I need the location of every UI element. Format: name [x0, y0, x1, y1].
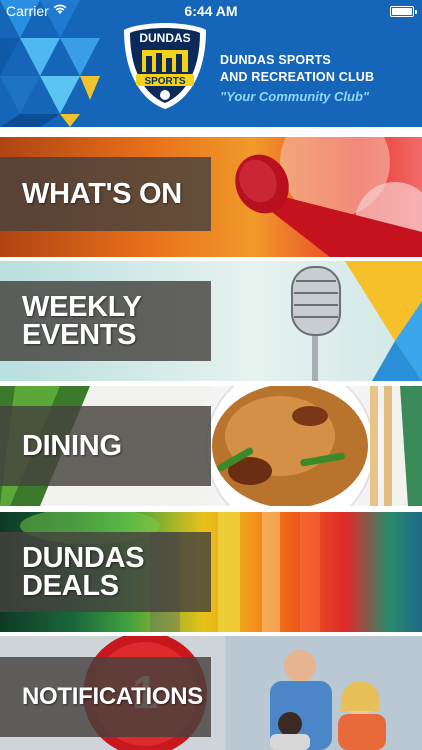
- logo-bottom-text: SPORTS: [144, 76, 185, 87]
- battery-icon: [390, 6, 417, 17]
- menu-tile-whats-on[interactable]: WHAT'S ON: [0, 137, 422, 257]
- club-name-line1: DUNDAS SPORTS: [220, 53, 331, 67]
- menu-label-notifications: NOTIFICATIONS: [22, 683, 203, 710]
- menu-tile-label-box: NOTIFICATIONS: [0, 657, 211, 737]
- menu-tile-dining[interactable]: DINING: [0, 386, 422, 506]
- menu-tile-weekly-events[interactable]: WEEKLY EVENTS: [0, 261, 422, 381]
- menu-tile-label-box: WHAT'S ON: [0, 157, 211, 231]
- status-time: 6:44 AM: [184, 3, 238, 19]
- logo-top-text: DUNDAS: [139, 31, 190, 45]
- menu-label-dundas-deals: DUNDAS DEALS: [22, 542, 145, 602]
- menu-tile-label-box: WEEKLY EVENTS: [0, 281, 211, 361]
- club-name: DUNDAS SPORTS AND RECREATION CLUB: [220, 52, 374, 86]
- app-header: Carrier 6:44 AM DUNDAS SPORTS DUNDAS SPO…: [0, 0, 422, 127]
- menu-tile-notifications[interactable]: 1 NOTIFICATIONS: [0, 636, 422, 750]
- club-tagline: "Your Community Club": [220, 89, 370, 104]
- club-name-line2: AND RECREATION CLUB: [220, 70, 375, 84]
- menu-label-whats-on: WHAT'S ON: [22, 178, 182, 210]
- club-logo: DUNDAS SPORTS: [124, 23, 206, 109]
- status-bar: Carrier 6:44 AM: [0, 0, 422, 22]
- menu-tile-dundas-deals[interactable]: DUNDAS DEALS: [0, 512, 422, 632]
- menu-tile-label-box: DUNDAS DEALS: [0, 532, 211, 612]
- menu-label-dining: DINING: [22, 430, 122, 462]
- menu-tile-label-box: DINING: [0, 406, 211, 486]
- menu-label-weekly-events: WEEKLY EVENTS: [22, 291, 142, 351]
